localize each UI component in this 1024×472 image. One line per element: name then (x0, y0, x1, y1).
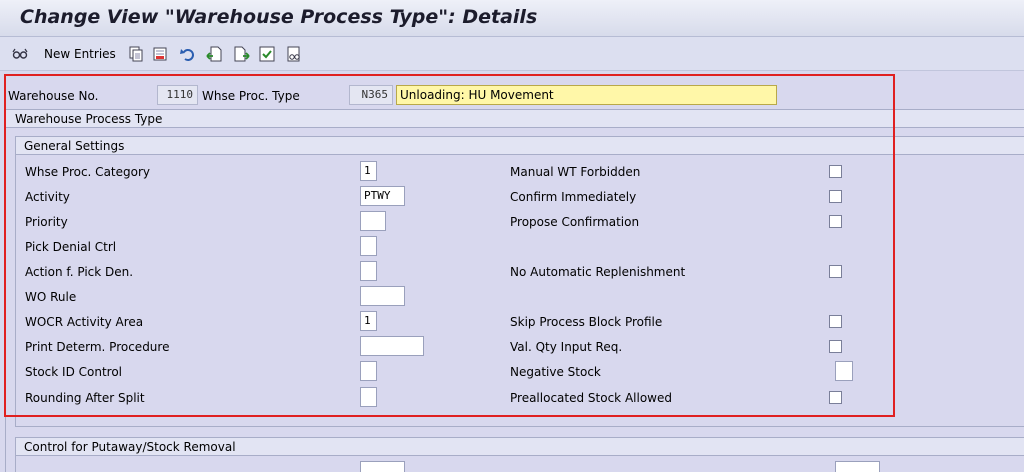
action-pick-den-label: Action f. Pick Den. (25, 265, 134, 279)
stock-id-control-label: Stock ID Control (25, 365, 122, 379)
general-settings-title: General Settings (24, 139, 125, 153)
warehouse-label: Warehouse No. (8, 89, 99, 103)
negative-stock-field[interactable] (835, 361, 853, 381)
wo-rule-label: WO Rule (25, 290, 77, 304)
wocr-activity-area-field[interactable]: 1 (360, 311, 377, 331)
section-title: Warehouse Process Type (15, 112, 163, 126)
action-pick-den-field[interactable] (360, 261, 377, 281)
wocr-activity-area-label: WOCR Activity Area (25, 315, 144, 329)
next-entry-icon[interactable] (234, 46, 250, 62)
warehouse-field: 1110 (157, 85, 198, 105)
copy-icon[interactable] (128, 46, 144, 62)
delete-icon[interactable] (152, 46, 168, 62)
manual-wt-forbidden-label: Manual WT Forbidden (510, 165, 641, 179)
general-settings-header: General Settings (16, 137, 1024, 155)
rounding-after-split-field[interactable] (360, 387, 377, 407)
val-qty-input-req-label: Val. Qty Input Req. (510, 340, 623, 354)
skip-process-block-profile-checkbox[interactable] (829, 315, 842, 328)
glasses-icon[interactable] (12, 46, 28, 62)
putaway-field-partial[interactable] (360, 461, 405, 472)
putaway-title: Control for Putaway/Stock Removal (24, 440, 236, 454)
manual-wt-forbidden-checkbox[interactable] (829, 165, 842, 178)
main-content: Warehouse No. 1110 Whse Proc. Type N365 … (0, 71, 1024, 472)
negative-stock-label: Negative Stock (510, 365, 601, 379)
print-determ-procedure-label: Print Determ. Procedure (25, 340, 170, 354)
stock-id-control-field[interactable] (360, 361, 377, 381)
proc-type-description-field[interactable]: Unloading: HU Movement (396, 85, 777, 105)
preallocated-stock-allowed-label: Preallocated Stock Allowed (510, 391, 672, 405)
priority-label: Priority (25, 215, 68, 229)
whse-proc-category-label: Whse Proc. Category (25, 165, 150, 179)
confirm-immediately-label: Confirm Immediately (510, 190, 637, 204)
pick-denial-ctrl-label: Pick Denial Ctrl (25, 240, 117, 254)
whse-proc-category-field[interactable]: 1 (360, 161, 377, 181)
priority-field[interactable] (360, 211, 386, 231)
proc-type-label: Whse Proc. Type (202, 89, 300, 103)
activity-label: Activity (25, 190, 70, 204)
no-automatic-replenishment-checkbox[interactable] (829, 265, 842, 278)
activity-field[interactable]: PTWY (360, 186, 405, 206)
putaway-header: Control for Putaway/Stock Removal (16, 438, 1024, 456)
select-all-icon[interactable] (259, 46, 275, 62)
pick-denial-ctrl-field[interactable] (360, 236, 377, 256)
general-settings-group: General Settings (15, 136, 1024, 427)
transport-icon[interactable] (286, 46, 302, 62)
undo-icon[interactable] (180, 46, 196, 62)
val-qty-input-req-checkbox[interactable] (829, 340, 842, 353)
rounding-after-split-label: Rounding After Split (25, 391, 145, 405)
putaway-field-partial-right[interactable] (835, 461, 880, 472)
previous-entry-icon[interactable] (206, 46, 222, 62)
propose-confirmation-checkbox[interactable] (829, 215, 842, 228)
preallocated-stock-allowed-checkbox[interactable] (829, 391, 842, 404)
wo-rule-field[interactable] (360, 286, 405, 306)
title-bar: Change View "Warehouse Process Type": De… (0, 0, 1024, 37)
propose-confirmation-label: Propose Confirmation (510, 215, 640, 229)
new-entries-button[interactable]: New Entries (44, 47, 116, 61)
application-toolbar: New Entries (0, 37, 1024, 71)
proc-type-field: N365 (349, 85, 393, 105)
skip-process-block-profile-label: Skip Process Block Profile (510, 315, 663, 329)
confirm-immediately-checkbox[interactable] (829, 190, 842, 203)
print-determ-procedure-field[interactable] (360, 336, 424, 356)
no-automatic-replenishment-label: No Automatic Replenishment (510, 265, 686, 279)
page-title: Change View "Warehouse Process Type": De… (20, 6, 538, 28)
section-header: Warehouse Process Type (6, 110, 1024, 128)
